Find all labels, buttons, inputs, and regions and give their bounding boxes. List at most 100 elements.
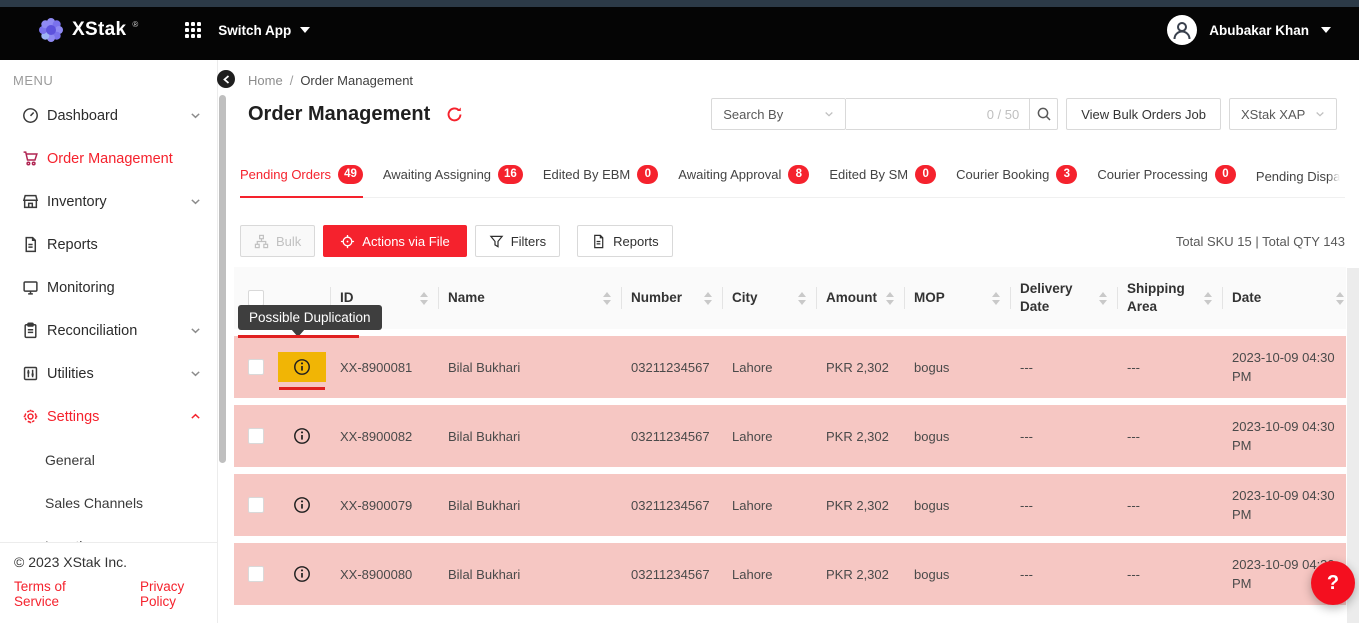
tab-count-badge: 0 [1215,165,1236,184]
sorter-icon[interactable] [597,292,611,305]
sorter-icon[interactable] [880,292,894,305]
orders-table: Possible Duplication ID Name Number [234,267,1346,605]
sidebar-item-order-management[interactable]: Order Management [0,137,217,180]
header-name[interactable]: Name [438,267,621,329]
actions-via-file-button[interactable]: Actions via File [323,225,466,257]
switch-app-dropdown[interactable]: Switch App [218,23,310,38]
tab-pending-orders[interactable]: Pending Orders 49 [240,165,363,197]
sorter-icon[interactable] [792,292,806,305]
header-shipping-area[interactable]: Shipping Area [1117,267,1222,329]
target-icon [340,234,355,249]
chevron-down-icon [190,368,201,379]
sorter-icon[interactable] [414,292,428,305]
header-number[interactable]: Number [621,267,722,329]
sidebar-item-monitoring[interactable]: Monitoring [0,266,217,309]
sidebar-scrollbar[interactable] [219,95,226,463]
header-mop[interactable]: MOP [904,267,1010,329]
sidebar: MENU Dashboard Order Management Inventor… [0,60,218,623]
breadcrumb-home[interactable]: Home [248,73,283,88]
sorter-icon[interactable] [1093,292,1107,305]
totals-summary: Total SKU 15 | Total QTY 143 [1176,234,1345,249]
sidebar-item-inventory[interactable]: Inventory [0,180,217,223]
help-button[interactable]: ? [1311,561,1355,605]
filters-button[interactable]: Filters [475,225,560,257]
question-icon: ? [1327,572,1339,595]
brand-registered-mark: ® [132,20,138,29]
header-date[interactable]: Date [1222,267,1346,329]
menu-section-label: MENU [13,73,217,88]
info-circle-icon[interactable] [293,358,311,376]
customer-name: Bilal Bukhari [438,567,621,582]
sidebar-item-utilities[interactable]: Utilities [0,352,217,395]
mop: bogus [904,498,1010,513]
user-menu[interactable]: Abubakar Khan [1167,15,1331,45]
dashboard-icon [22,107,39,124]
shipping-area: --- [1117,429,1222,444]
bulk-button[interactable]: Bulk [240,225,315,257]
table-row: XX-8900079 Bilal Bukhari 03211234567 Lah… [234,474,1346,536]
header-delivery-date[interactable]: Delivery Date [1010,267,1117,329]
chevron-down-icon [190,196,201,207]
sorter-icon[interactable] [986,292,1000,305]
row-checkbox[interactable] [248,359,264,375]
info-circle-icon[interactable] [293,565,311,583]
reports-button[interactable]: Reports [577,225,673,257]
search-by-select[interactable]: Search By [711,98,846,130]
phone-number: 03211234567 [621,567,722,582]
amount: PKR 2,302 [816,567,904,582]
sidebar-item-settings[interactable]: Settings [0,395,217,438]
info-circle-icon[interactable] [293,496,311,514]
header-amount[interactable]: Amount [816,267,904,329]
sidebar-subitem-sales-channels[interactable]: Sales Channels [0,481,217,524]
terms-of-service-link[interactable]: Terms of Service [14,579,106,609]
order-id: XX-8900082 [330,429,438,444]
chevron-down-icon [300,27,310,33]
order-date: 2023-10-09 04:30 PM [1222,417,1346,456]
tab-edited-by-ebm[interactable]: Edited By EBM 0 [543,165,658,197]
row-checkbox[interactable] [248,497,264,513]
tab-courier-booking[interactable]: Courier Booking 3 [956,165,1077,197]
city: Lahore [722,360,816,375]
view-bulk-orders-job-button[interactable]: View Bulk Orders Job [1066,98,1221,130]
sidebar-item-reports[interactable]: Reports [0,223,217,266]
shipping-area: --- [1117,498,1222,513]
sidebar-subitem-general[interactable]: General [0,438,217,481]
tab-count-badge: 16 [498,165,523,184]
refresh-icon[interactable] [446,106,463,123]
search-button[interactable] [1029,98,1058,130]
chevron-down-icon [1321,27,1331,33]
order-status-tabs: Pending Orders 49 Awaiting Assigning 16 … [240,165,1345,198]
sorter-icon[interactable] [698,292,712,305]
privacy-policy-link[interactable]: Privacy Policy [140,579,217,609]
header-city[interactable]: City [722,267,816,329]
tab-awaiting-approval[interactable]: Awaiting Approval 8 [678,165,809,197]
main-content: Home/Order Management Order Management S… [219,60,1359,623]
tab-courier-processing[interactable]: Courier Processing 0 [1097,165,1236,197]
sidebar-collapse-button[interactable] [217,70,235,88]
row-checkbox[interactable] [248,428,264,444]
sidebar-footer: © 2023 XStak Inc. Terms of Service Priva… [0,542,217,623]
select-all-checkbox[interactable] [248,290,264,306]
sidebar-item-dashboard[interactable]: Dashboard [0,94,217,137]
store-icon [22,193,39,210]
city: Lahore [722,567,816,582]
chevron-down-icon [190,325,201,336]
switch-app-label: Switch App [218,23,291,38]
info-circle-icon[interactable] [293,427,311,445]
sorter-icon[interactable] [1330,292,1344,305]
sorter-icon[interactable] [1198,292,1212,305]
table-row: XX-8900081 Bilal Bukhari 03211234567 Lah… [234,336,1346,398]
page-title: Order Management [248,103,430,126]
order-date: 2023-10-09 04:30 PM [1222,486,1346,525]
funnel-icon [489,234,504,249]
tab-edited-by-sm[interactable]: Edited By SM 0 [829,165,936,197]
app-context-select[interactable]: XStak XAP [1229,98,1337,130]
duplication-highlight[interactable] [278,352,326,382]
order-id: XX-8900080 [330,567,438,582]
sidebar-item-reconciliation[interactable]: Reconciliation [0,309,217,352]
tab-pending-dispatch[interactable]: Pending Dispa [1256,169,1341,197]
tab-awaiting-assigning[interactable]: Awaiting Assigning 16 [383,165,523,197]
row-checkbox[interactable] [248,566,264,582]
grid-apps-icon[interactable] [184,21,202,39]
search-input[interactable] [856,107,982,122]
